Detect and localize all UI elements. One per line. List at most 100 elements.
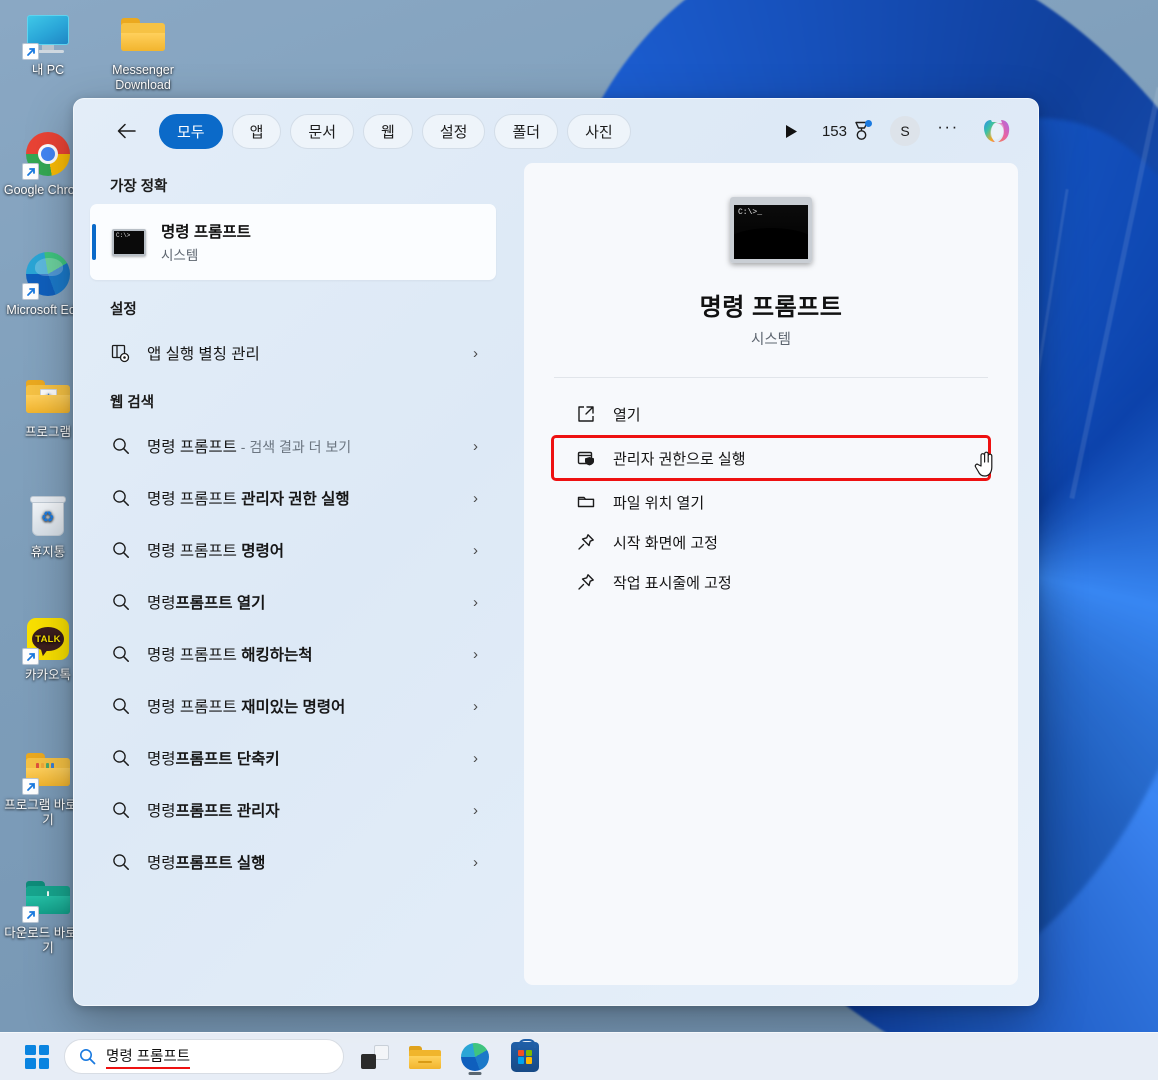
- shortcut-arrow-icon: [22, 43, 39, 60]
- section-title-web-search: 웹 검색: [110, 395, 155, 411]
- web-search-result-row[interactable]: 명령 프롬프트 재미있는 명령어 ›: [90, 680, 496, 732]
- search-icon: [110, 541, 131, 559]
- web-search-result-row[interactable]: 명령프롬프트 단축키 ›: [90, 732, 496, 784]
- search-icon: [110, 437, 131, 455]
- shortcut-arrow-icon: [22, 906, 39, 923]
- results-column: 가장 정확 명령 프롬프트 시스템 설정 앱: [74, 163, 512, 985]
- edge-icon: [461, 1042, 489, 1071]
- web-search-result-label: 명령 프롬프트 관리자 권한 실행: [147, 491, 350, 508]
- desktop-icon-messenger-download[interactable]: Messenger Download: [97, 10, 189, 93]
- search-icon: [110, 853, 131, 871]
- action-row[interactable]: 파일 위치 열기: [554, 482, 988, 522]
- app-detail-panel: 명령 프롬프트 시스템 열기관리자 권한으로 실행파일 위치 열기시작 화면에 …: [524, 163, 1018, 985]
- web-search-result-row[interactable]: 명령프롬프트 실행 ›: [90, 836, 496, 888]
- avatar-initial: S: [900, 123, 910, 139]
- taskbar-edge-button[interactable]: [456, 1038, 494, 1076]
- desktop-icon-label: Messenger Download: [112, 63, 174, 92]
- detail-divider: [554, 377, 988, 378]
- chevron-right-icon: ›: [473, 344, 478, 362]
- filter-chip-photos[interactable]: 사진: [567, 113, 631, 149]
- action-row-run-as-administrator[interactable]: 관리자 권한으로 실행: [551, 435, 993, 481]
- shortcut-arrow-icon: [22, 163, 39, 180]
- arrow-left-icon: [117, 123, 136, 139]
- filter-chip-label: 앱: [249, 123, 264, 141]
- kakaotalk-icon: TALK: [22, 615, 72, 665]
- action-label: 열기: [613, 406, 641, 424]
- chevron-right-icon: ›: [473, 697, 478, 715]
- account-avatar[interactable]: S: [890, 116, 920, 146]
- pin-icon: [576, 573, 596, 591]
- web-search-result-row[interactable]: 명령 프롬프트 명령어 ›: [90, 524, 496, 576]
- app-alias-icon: [110, 344, 131, 363]
- medal-icon: [852, 120, 872, 141]
- action-row[interactable]: 작업 표시줄에 고정: [554, 562, 988, 602]
- web-search-result-row[interactable]: 명령프롬프트 열기 ›: [90, 576, 496, 628]
- search-body: 가장 정확 명령 프롬프트 시스템 설정 앱: [74, 163, 1038, 1005]
- taskbar-search-input[interactable]: 명령 프롬프트: [106, 1045, 191, 1069]
- chevron-right-icon: ›: [473, 853, 478, 871]
- desktop-icon-label: 카카오톡: [24, 668, 71, 682]
- action-row[interactable]: 시작 화면에 고정: [554, 522, 988, 562]
- filter-chip-documents[interactable]: 문서: [290, 113, 355, 149]
- start-button[interactable]: [22, 1042, 52, 1072]
- filter-chip-label: 문서: [308, 123, 337, 141]
- web-search-result-label: 명령 프롬프트 재미있는 명령어: [147, 699, 346, 716]
- web-search-result-row[interactable]: 명령프롬프트 관리자 ›: [90, 784, 496, 836]
- mouse-cursor-hand: [974, 451, 993, 477]
- web-search-result-label: 명령 프롬프트 명령어: [147, 543, 284, 560]
- rewards-button[interactable]: 153: [816, 114, 877, 148]
- rewards-count: 153: [821, 122, 847, 140]
- taskbar-search-box[interactable]: 명령 프롬프트: [64, 1039, 344, 1074]
- settings-result-label: 앱 실행 별칭 관리: [147, 346, 260, 363]
- notification-dot: [865, 120, 872, 127]
- section-title-settings: 설정: [110, 302, 137, 318]
- copilot-icon: [984, 120, 1010, 142]
- chevron-right-icon: ›: [473, 801, 478, 819]
- desktop-icon-label: 프로그램: [24, 425, 71, 439]
- settings-result-row[interactable]: 앱 실행 별칭 관리 ›: [90, 327, 496, 379]
- web-search-result-row[interactable]: 명령 프롬프트 관리자 권한 실행 ›: [90, 472, 496, 524]
- taskbar-store-button[interactable]: [506, 1038, 544, 1076]
- filter-chip-folders[interactable]: 폴더: [494, 113, 559, 149]
- search-icon: [110, 489, 131, 507]
- action-row[interactable]: 열기: [554, 394, 988, 434]
- play-button[interactable]: [777, 114, 807, 148]
- task-view-icon: [361, 1044, 389, 1069]
- taskbar-file-explorer-button[interactable]: [406, 1038, 444, 1076]
- filter-chip-settings[interactable]: 설정: [421, 113, 486, 149]
- action-label: 작업 표시줄에 고정: [613, 574, 732, 592]
- chrome-icon: [22, 130, 72, 180]
- filter-chip-all[interactable]: 모두: [159, 113, 223, 149]
- taskbar-task-view-button[interactable]: [356, 1038, 394, 1076]
- folder-download-icon: [22, 873, 72, 923]
- chevron-right-icon: ›: [473, 437, 478, 455]
- folder-stripes-icon: [22, 745, 72, 795]
- section-title-best-match: 가장 정확: [110, 179, 168, 195]
- my-computer-icon: [22, 10, 72, 60]
- desktop-icon-label: 휴지통: [30, 545, 66, 559]
- search-icon: [110, 593, 131, 611]
- best-match-result[interactable]: 명령 프롬프트 시스템: [90, 204, 496, 280]
- web-search-result-row[interactable]: 명령 프롬프트 해킹하는척 ›: [90, 628, 496, 680]
- file-explorer-icon: [409, 1044, 441, 1070]
- copilot-button[interactable]: [978, 112, 1016, 150]
- chevron-right-icon: ›: [473, 645, 478, 663]
- folder-open-icon: [576, 493, 596, 511]
- action-label: 시작 화면에 고정: [613, 534, 718, 552]
- web-search-result-row[interactable]: 명령 프롬프트 - 검색 결과 더 보기 ›: [90, 420, 496, 472]
- chevron-right-icon: ›: [473, 749, 478, 767]
- filter-chip-web[interactable]: 웹: [363, 113, 413, 149]
- chevron-right-icon: ›: [473, 593, 478, 611]
- best-match-title: 명령 프롬프트: [161, 224, 251, 241]
- desktop-icon-my-pc[interactable]: 내 PC: [2, 10, 94, 78]
- shortcut-arrow-icon: [22, 778, 39, 795]
- microsoft-store-icon: [511, 1038, 539, 1072]
- shortcut-arrow-icon: [22, 648, 39, 665]
- filter-chip-apps[interactable]: 앱: [231, 113, 282, 149]
- search-icon: [110, 645, 131, 663]
- web-search-result-label: 명령프롬프트 단축키: [147, 751, 280, 768]
- action-label: 파일 위치 열기: [613, 494, 705, 512]
- web-search-results: 명령 프롬프트 - 검색 결과 더 보기 › 명령 프롬프트 관리자 권한 실행 › 명…: [90, 420, 512, 888]
- back-button[interactable]: [110, 114, 144, 148]
- more-options-button[interactable]: ···: [933, 114, 963, 148]
